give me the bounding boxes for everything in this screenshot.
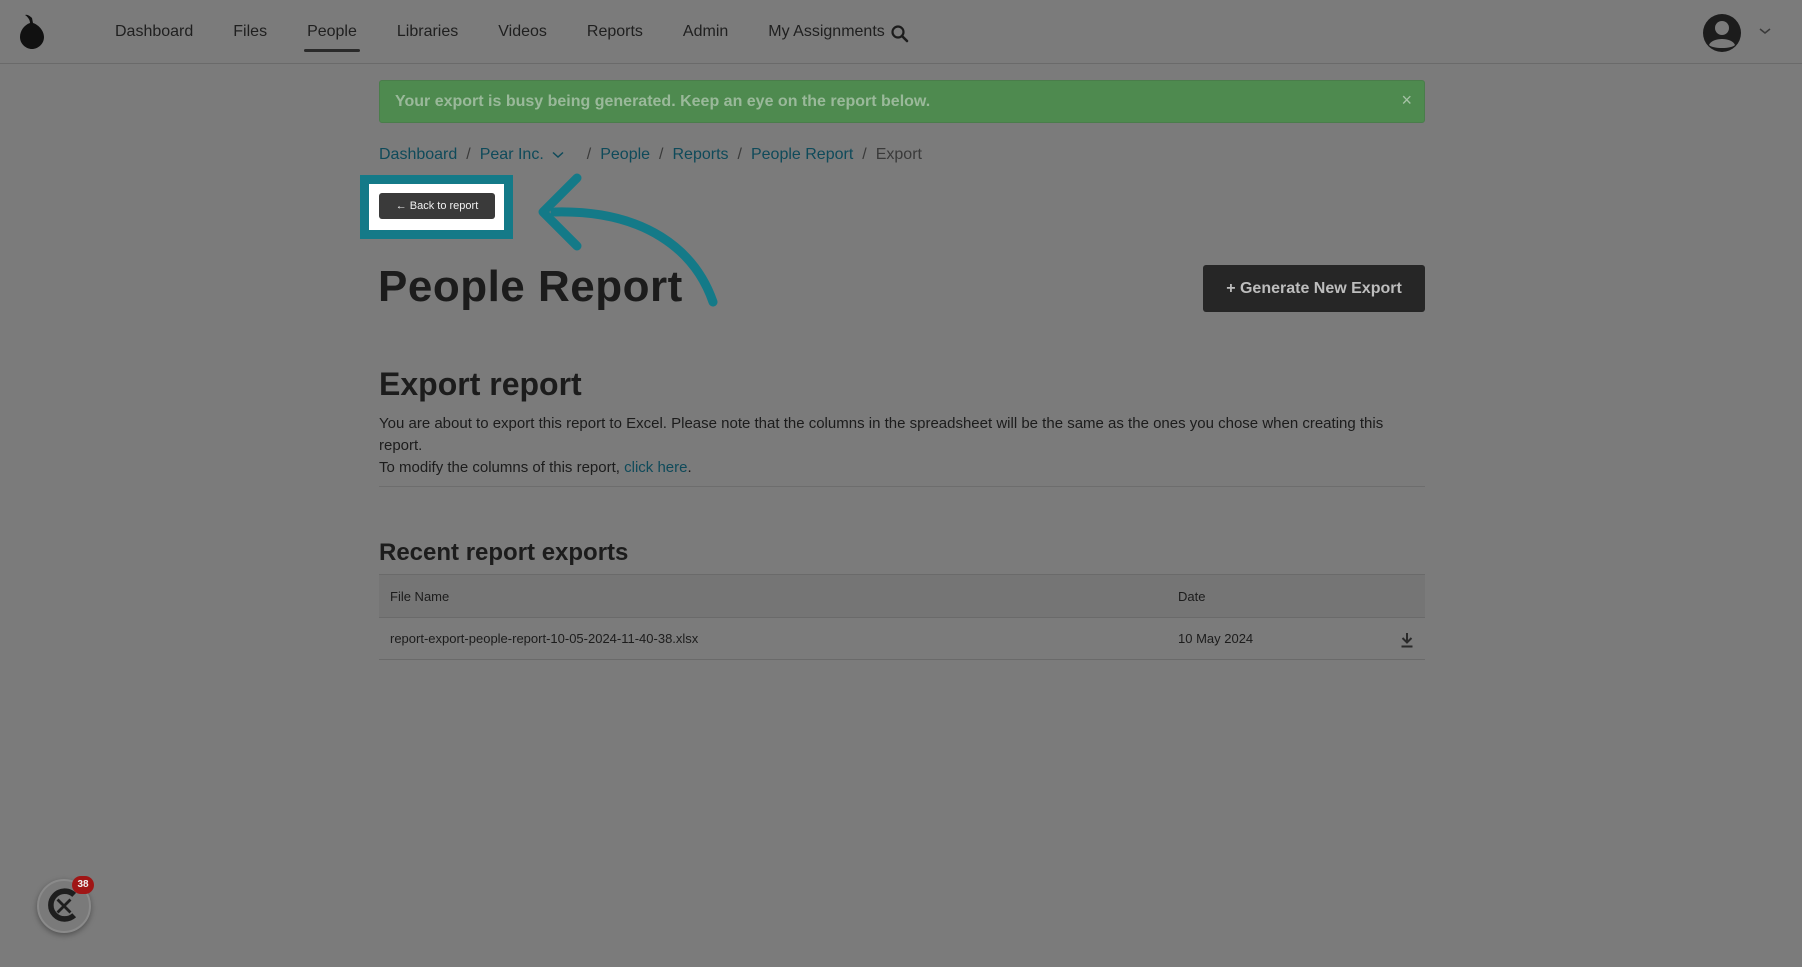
nav-admin[interactable]: Admin [683, 0, 728, 64]
chevron-down-icon[interactable] [552, 151, 564, 159]
breadcrumb-separator: / [862, 146, 867, 163]
breadcrumb-separator: / [737, 146, 742, 163]
column-file-name: File Name [390, 589, 450, 604]
breadcrumb-reports[interactable]: Reports [673, 146, 729, 164]
breadcrumb-separator: / [586, 146, 592, 163]
generate-new-export-button[interactable]: + Generate New Export [1203, 265, 1425, 312]
top-navigation: Dashboard Files People Libraries Videos … [0, 0, 1802, 64]
nav-dashboard[interactable]: Dashboard [115, 0, 193, 64]
nav-files[interactable]: Files [233, 0, 267, 64]
back-to-report-button[interactable]: ← Back to report [379, 193, 495, 219]
nav-libraries[interactable]: Libraries [397, 0, 458, 64]
nav-reports[interactable]: Reports [587, 0, 643, 64]
chevron-down-icon[interactable] [1758, 26, 1772, 36]
download-icon[interactable] [1400, 632, 1414, 648]
nav-videos[interactable]: Videos [498, 0, 547, 64]
alert-message: Your export is busy being generated. Kee… [395, 93, 931, 110]
export-description-line-1: You are about to export this report to E… [379, 415, 1384, 454]
export-description: You are about to export this report to E… [379, 413, 1429, 479]
column-date: Date [1178, 589, 1206, 604]
breadcrumb: Dashboard / Pear Inc. / People / Reports… [379, 146, 922, 164]
table-row: report-export-people-report-10-05-2024-1… [379, 618, 1425, 660]
breadcrumb-separator: / [659, 146, 664, 163]
breadcrumb-pear-inc[interactable]: Pear Inc. [480, 146, 544, 164]
pear-logo-icon[interactable] [18, 14, 46, 50]
recent-exports-heading: Recent report exports [379, 539, 629, 566]
breadcrumb-separator: / [466, 146, 471, 163]
export-report-heading: Export report [379, 366, 582, 402]
search-icon[interactable] [890, 24, 910, 44]
breadcrumb-dashboard[interactable]: Dashboard [379, 146, 457, 164]
nav-people[interactable]: People [304, 0, 360, 64]
nav-my-assignments[interactable]: My Assignments [768, 0, 884, 64]
close-icon[interactable]: × [1401, 90, 1412, 111]
breadcrumb-current: Export [875, 146, 922, 163]
recent-exports-table: File Name Date report-export-people-repo… [379, 574, 1425, 660]
export-status-alert: Your export is busy being generated. Kee… [379, 80, 1425, 123]
export-file-name: report-export-people-report-10-05-2024-1… [390, 631, 699, 646]
breadcrumb-people-report[interactable]: People Report [751, 146, 853, 164]
export-description-text: To modify the columns of this report, [379, 459, 625, 476]
table-header: File Name Date [379, 574, 1425, 618]
notification-badge: 38 [72, 876, 94, 894]
page-title: People Report [378, 262, 683, 311]
main-nav: Dashboard Files People Libraries Videos … [115, 0, 925, 64]
user-avatar-icon[interactable] [1702, 13, 1742, 53]
click-here-link[interactable]: click here [624, 459, 687, 476]
export-description-line-2: To modify the columns of this report, cl… [379, 457, 1429, 479]
section-divider [379, 486, 1425, 487]
export-date: 10 May 2024 [1178, 631, 1254, 646]
export-description-end: . [687, 459, 692, 476]
breadcrumb-people[interactable]: People [600, 146, 650, 164]
